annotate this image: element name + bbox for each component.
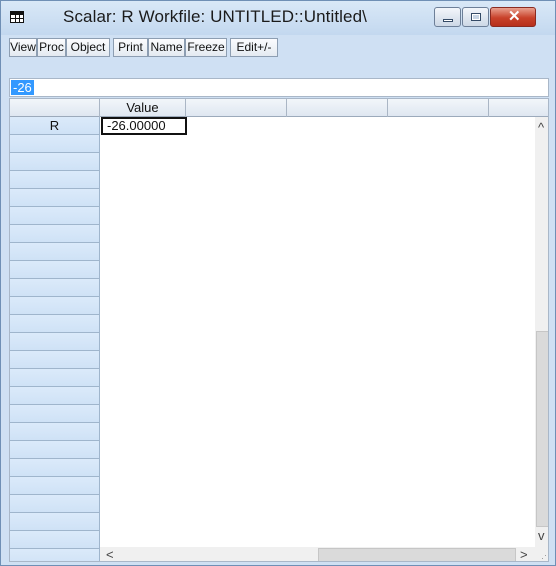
row-header[interactable] [10,513,100,531]
row-header[interactable] [10,369,100,387]
proc-button[interactable]: Proc [37,38,66,57]
minimize-button[interactable] [434,7,461,27]
row-header[interactable] [10,315,100,333]
column-header-empty[interactable] [287,99,388,117]
column-header-value[interactable]: Value [100,99,186,117]
vertical-scroll-thumb[interactable] [536,331,548,527]
row-header[interactable] [10,243,100,261]
column-header-row: Value [10,99,548,117]
row-header[interactable] [10,441,100,459]
print-button[interactable]: Print [113,38,148,57]
spreadsheet-icon[interactable] [10,11,24,23]
freeze-button[interactable]: Freeze [185,38,227,57]
row-header[interactable] [10,459,100,477]
row-header[interactable] [10,405,100,423]
view-button[interactable]: View [9,38,37,57]
maximize-button[interactable] [462,7,489,27]
row-header[interactable] [10,531,100,549]
row-header[interactable] [10,279,100,297]
vertical-scrollbar[interactable]: ^ v [535,117,548,547]
row-header[interactable] [10,477,100,495]
row-header[interactable] [10,189,100,207]
column-header-empty[interactable] [388,99,489,117]
row-header[interactable] [10,225,100,243]
row-header[interactable] [10,153,100,171]
name-button[interactable]: Name [148,38,185,57]
row-header[interactable] [10,423,100,441]
scroll-down-icon[interactable]: v [538,529,545,543]
spreadsheet-grid[interactable]: Value R -26.00000 ^ v < > [9,98,549,562]
edit-field-value: -26 [11,80,34,95]
toolbar: View Proc Object Print Name Freeze Edit+… [9,38,549,57]
row-header[interactable] [10,387,100,405]
horizontal-scrollbar[interactable]: < > [100,547,535,562]
edit-field[interactable]: -26 [9,78,549,97]
row-header[interactable] [10,135,100,153]
row-header[interactable] [10,333,100,351]
corner-cell[interactable] [10,99,100,117]
scalar-window: Scalar: R Workfile: UNTITLED::Untitled\ … [0,0,556,566]
row-header[interactable] [10,351,100,369]
object-button[interactable]: Object [66,38,110,57]
maximize-icon [471,13,481,21]
row-header-column: R [10,117,100,561]
row-header[interactable] [10,261,100,279]
row-header[interactable] [10,495,100,513]
row-header[interactable] [10,207,100,225]
scroll-right-icon[interactable]: > [520,548,528,562]
close-button[interactable]: ✕ [490,7,536,27]
scroll-left-icon[interactable]: < [106,548,114,562]
row-header[interactable] [10,297,100,315]
resize-grip-icon[interactable]: ⋰ [535,547,548,561]
column-header-empty[interactable] [186,99,287,117]
row-header-r[interactable]: R [10,117,100,135]
row-header[interactable] [10,171,100,189]
row-header[interactable] [10,549,100,561]
title-bar[interactable]: Scalar: R Workfile: UNTITLED::Untitled\ … [1,1,555,35]
minimize-icon [443,19,453,22]
edit-toggle-button[interactable]: Edit+/- [230,38,278,57]
value-cell[interactable]: -26.00000 [101,117,187,135]
horizontal-scroll-thumb[interactable] [318,548,516,561]
scroll-up-icon[interactable]: ^ [538,121,544,135]
window-title: Scalar: R Workfile: UNTITLED::Untitled\ [63,7,367,26]
column-header-empty[interactable] [489,99,548,117]
close-icon: ✕ [508,8,521,25]
